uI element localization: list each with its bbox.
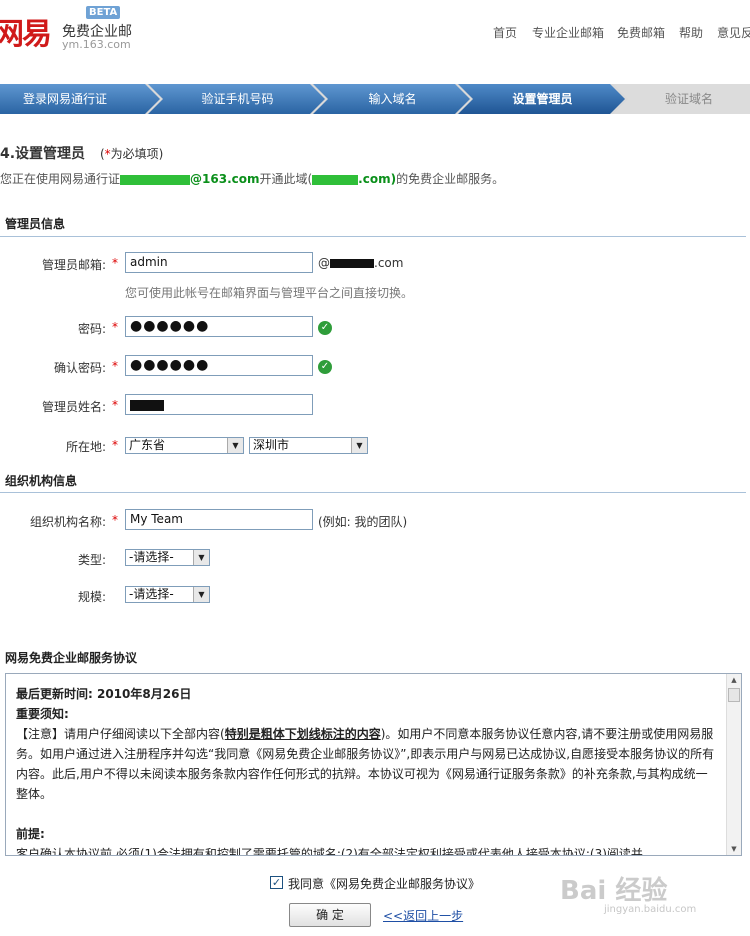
scale-select-value: -请选择- (129, 587, 174, 601)
agreement-title: 网易免费企业邮服务协议 (5, 651, 138, 665)
step-verify-domain: 验证域名 (664, 92, 713, 106)
type-select-value: -请选择- (129, 550, 174, 564)
desc-prefix: 您正在使用网易通行证 (0, 172, 121, 186)
nav-free-mail-link[interactable]: 免费邮箱 (617, 24, 665, 41)
admin-name-label: 管理员姓名: (0, 398, 106, 415)
org-name-required: * (112, 513, 118, 527)
confirm-password-required: * (112, 359, 118, 373)
chevron-down-icon: ▼ (193, 587, 209, 602)
confirm-button[interactable]: 确 定 (289, 903, 371, 927)
step-set-admin: 设置管理员 (512, 92, 573, 106)
agreement-textbox[interactable]: 最后更新时间: 2010年8月26日 重要须知: 【注意】请用户仔细阅读以下全部… (5, 673, 742, 856)
step-login: 登录网易通行证 (22, 92, 107, 106)
confirm-password-valid-icon: ✓ (318, 360, 332, 374)
step-enter-domain: 输入域名 (368, 92, 417, 106)
org-name-label-text: 组织机构名称: (29, 515, 106, 529)
org-name-input[interactable]: My Team (125, 509, 313, 530)
scale-label: 规模: (0, 588, 106, 605)
desc-middle: 开通此域( (259, 172, 313, 186)
agree-checkbox[interactable]: ✓ (270, 876, 283, 889)
progress-steps: 登录网易通行证 验证手机号码 输入域名 设置管理员 验证域名 (0, 84, 750, 114)
watermark-url: jingyan.baidu.com (604, 904, 697, 915)
section-admin-title: 管理员信息 (5, 217, 66, 231)
chevron-down-icon: ▼ (193, 550, 209, 565)
nav-pro-mail-link[interactable]: 专业企业邮箱 (532, 24, 604, 41)
nav-help-link[interactable]: 帮助 (679, 24, 703, 41)
admin-email-required: * (112, 256, 118, 270)
notice-lead: 【注意】请用户仔细阅读以下全部内容( (16, 727, 225, 741)
required-note-text: 为必填项) (110, 147, 164, 161)
required-note: (*为必填项) (100, 147, 163, 161)
step-verify-phone: 验证手机号码 (201, 92, 274, 106)
redacted-domain (312, 174, 359, 185)
scroll-up-icon[interactable]: ▲ (727, 674, 741, 686)
type-label: 类型: (0, 551, 106, 568)
org-name-hint: (例如: 我的团队) (318, 515, 408, 529)
admin-email-input[interactable]: admin (125, 252, 313, 273)
scale-select[interactable]: -请选择- ▼ (125, 586, 210, 603)
confirm-password-input[interactable]: ●●●●●● (125, 355, 313, 376)
admin-email-domain: @ .com (318, 256, 403, 270)
redacted-account (120, 174, 191, 185)
top-navigation: 首页 专业企业邮箱 免费邮箱 帮助 意见反 (0, 24, 750, 44)
province-select-value: 广东省 (129, 438, 166, 452)
desc-domain-suffix: .com) (358, 172, 397, 186)
redacted-admin-name (130, 400, 164, 411)
page-title: 4.设置管理员 (*为必填项) (0, 143, 163, 163)
section-admin-divider (0, 236, 746, 237)
city-select[interactable]: 深圳市 ▼ (249, 437, 368, 454)
desc-account-suffix: @163.com (190, 172, 260, 186)
city-select-value: 深圳市 (253, 438, 290, 452)
notice-bold: 特别是粗体下划线标注的内容 (224, 727, 381, 741)
type-label-text: 类型: (77, 553, 106, 567)
scale-label-text: 规模: (77, 590, 106, 604)
email-domain-suffix: .com (374, 256, 404, 270)
agreement-premise: 客户确认本协议前,必须(1)合法拥有和控制了需要托管的域名;(2)有全部法定权利… (16, 847, 643, 856)
watermark-logo: Bai 经验 (560, 876, 668, 906)
location-required: * (112, 438, 118, 452)
scroll-down-icon[interactable]: ▼ (727, 843, 741, 855)
password-valid-icon: ✓ (318, 321, 332, 335)
agreement-spacer (16, 804, 716, 824)
service-description: 您正在使用网易通行证 @163.com开通此域( .com)的免费企业邮服务。 (0, 170, 504, 187)
admin-email-label-text: 管理员邮箱: (41, 258, 106, 272)
chevron-down-icon: ▼ (351, 438, 367, 453)
nav-home-link[interactable]: 首页 (493, 24, 517, 41)
agreement-notice: 【注意】请用户仔细阅读以下全部内容(特别是粗体下划线标注的内容)。如用户不同意本… (16, 724, 716, 804)
admin-name-label-text: 管理员姓名: (41, 400, 106, 414)
chevron-down-icon: ▼ (227, 438, 243, 453)
location-label-text: 所在地: (65, 440, 106, 454)
section-org-title: 组织机构信息 (5, 474, 78, 488)
password-label-text: 密码: (77, 322, 106, 336)
agreement-scrollbar[interactable]: ▲ ▼ (726, 674, 741, 855)
admin-name-input[interactable] (125, 394, 313, 415)
agreement-notice-heading: 重要须知: (16, 707, 69, 721)
redacted-email-domain (330, 259, 374, 268)
agree-label[interactable]: 我同意《网易免费企业邮服务协议》 (288, 875, 480, 892)
agreement-premise-heading: 前提: (16, 827, 45, 841)
nav-feedback-link[interactable]: 意见反 (717, 24, 750, 41)
admin-email-label: 管理员邮箱: (0, 256, 106, 273)
location-label: 所在地: (0, 438, 106, 455)
password-input[interactable]: ●●●●●● (125, 316, 313, 337)
desc-end: 的免费企业邮服务。 (396, 172, 505, 186)
section-org-divider (0, 492, 746, 493)
email-at: @ (318, 256, 330, 270)
agreement-content: 最后更新时间: 2010年8月26日 重要须知: 【注意】请用户仔细阅读以下全部… (16, 684, 716, 856)
page-title-text: 4.设置管理员 (0, 146, 86, 162)
password-label: 密码: (0, 320, 106, 337)
scrollbar-thumb[interactable] (728, 688, 740, 702)
beta-badge: BETA (86, 6, 121, 19)
type-select[interactable]: -请选择- ▼ (125, 549, 210, 566)
back-link[interactable]: <<返回上一步 (383, 907, 463, 924)
province-select[interactable]: 广东省 ▼ (125, 437, 244, 454)
admin-email-hint: 您可使用此帐号在邮箱界面与管理平台之间直接切换。 (125, 286, 414, 300)
admin-name-required: * (112, 398, 118, 412)
confirm-password-label-text: 确认密码: (53, 361, 106, 375)
agreement-updated: 最后更新时间: 2010年8月26日 (16, 687, 192, 701)
password-required: * (112, 320, 118, 334)
confirm-password-label: 确认密码: (0, 359, 106, 376)
org-name-label: 组织机构名称: (0, 513, 106, 530)
